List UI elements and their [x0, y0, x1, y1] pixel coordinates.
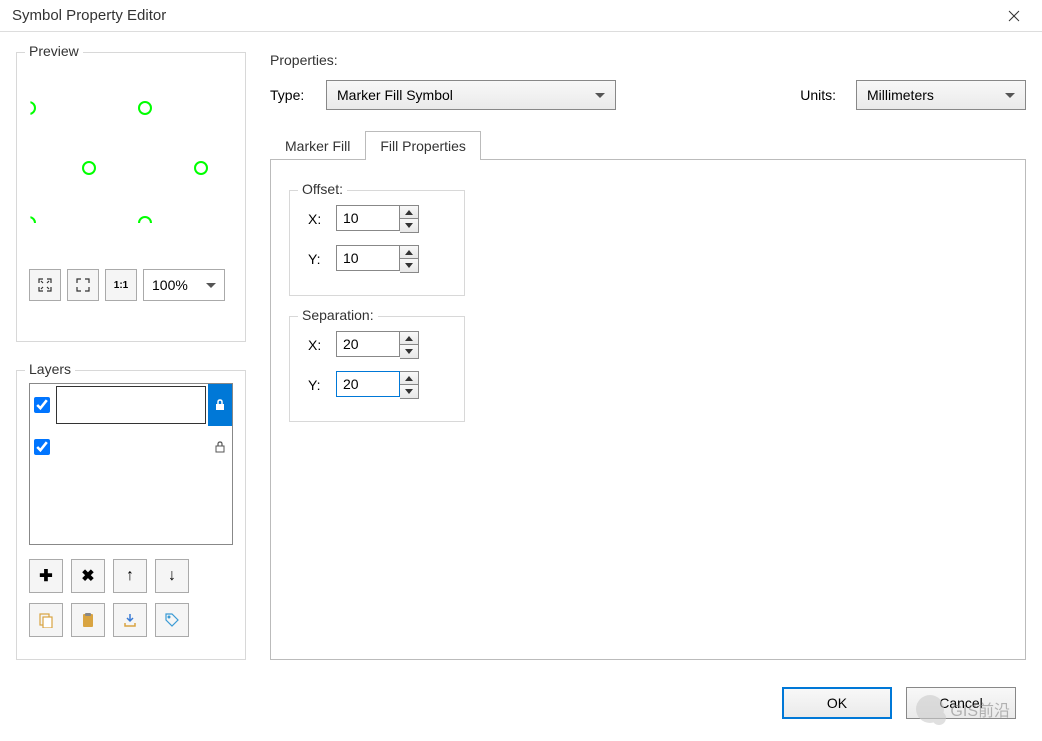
arrow-up-icon: [405, 250, 413, 255]
offset-label: Offset:: [298, 181, 347, 197]
separation-x-up[interactable]: [400, 332, 418, 345]
separation-x-label: X:: [308, 337, 326, 353]
import-button[interactable]: [113, 603, 147, 637]
layer-checkbox[interactable]: [30, 439, 54, 455]
separation-y-input[interactable]: [336, 371, 400, 397]
preview-marker: [194, 161, 208, 175]
offset-x-up[interactable]: [400, 206, 418, 219]
copy-icon: [38, 612, 54, 628]
preview-marker: [138, 101, 152, 115]
separation-y-up[interactable]: [400, 372, 418, 385]
zoom-value: 100%: [152, 277, 188, 293]
arrow-down-icon: [405, 349, 413, 354]
plus-icon: ✚: [39, 566, 52, 586]
offset-y-down[interactable]: [400, 259, 418, 272]
lock-icon: [213, 440, 227, 454]
x-icon: ✖: [81, 566, 94, 586]
tag-button[interactable]: [155, 603, 189, 637]
offset-y-label: Y:: [308, 251, 326, 267]
copy-button[interactable]: [29, 603, 63, 637]
separation-group: Separation: X: Y:: [289, 316, 465, 422]
layer-checkbox[interactable]: [30, 397, 54, 413]
arrow-down-icon: [405, 389, 413, 394]
ok-button[interactable]: OK: [782, 687, 892, 719]
preview-canvas: [29, 65, 233, 255]
layer-lock-icon[interactable]: [208, 426, 232, 468]
layer-preview: [56, 428, 206, 466]
arrow-down-icon: ↓: [168, 567, 176, 585]
titlebar: Symbol Property Editor: [0, 0, 1042, 32]
chevron-down-icon: [206, 283, 216, 288]
layer-lock-icon[interactable]: [208, 384, 232, 426]
paste-icon: [80, 612, 96, 628]
preview-marker: [29, 216, 36, 230]
type-value: Marker Fill Symbol: [337, 87, 453, 103]
offset-x-down[interactable]: [400, 219, 418, 232]
units-value: Millimeters: [867, 87, 934, 103]
move-up-button[interactable]: ↑: [113, 559, 147, 593]
move-down-button[interactable]: ↓: [155, 559, 189, 593]
tab-fill-properties[interactable]: Fill Properties: [365, 131, 481, 160]
offset-x-input[interactable]: [336, 205, 400, 231]
units-select[interactable]: Millimeters: [856, 80, 1026, 110]
remove-layer-button[interactable]: ✖: [71, 559, 105, 593]
offset-y-up[interactable]: [400, 246, 418, 259]
arrow-down-icon: [405, 223, 413, 228]
chevron-down-icon: [1005, 93, 1015, 98]
close-button[interactable]: [994, 2, 1034, 30]
separation-x-down[interactable]: [400, 345, 418, 358]
zoom-fit-button[interactable]: [29, 269, 61, 301]
type-label: Type:: [270, 87, 314, 103]
preview-marker: [29, 101, 36, 115]
layers-group: Layers ✚ ✖: [16, 370, 246, 660]
preview-marker: [138, 216, 152, 230]
offset-y-input[interactable]: [336, 245, 400, 271]
zoom-actual-button[interactable]: 1:1: [105, 269, 137, 301]
layer-preview: [56, 386, 206, 424]
separation-y-down[interactable]: [400, 385, 418, 398]
arrow-down-icon: [405, 263, 413, 268]
cancel-button[interactable]: Cancel: [906, 687, 1016, 719]
one-to-one-icon: 1:1: [114, 280, 128, 291]
arrow-up-icon: [405, 336, 413, 341]
arrow-up-icon: [405, 376, 413, 381]
window-title: Symbol Property Editor: [8, 7, 994, 24]
layer-row[interactable]: [30, 384, 232, 426]
zoom-select[interactable]: 100%: [143, 269, 225, 301]
layer-row[interactable]: [30, 426, 232, 468]
type-select[interactable]: Marker Fill Symbol: [326, 80, 616, 110]
paste-button[interactable]: [71, 603, 105, 637]
tab-marker-fill[interactable]: Marker Fill: [270, 131, 365, 160]
units-label: Units:: [800, 87, 836, 103]
lock-icon: [213, 398, 227, 412]
properties-label: Properties:: [270, 52, 1026, 68]
separation-label: Separation:: [298, 307, 378, 323]
separation-y-label: Y:: [308, 377, 326, 393]
arrow-up-icon: [405, 210, 413, 215]
preview-group: Preview 1:1 100%: [16, 52, 246, 342]
offset-group: Offset: X: Y:: [289, 190, 465, 296]
tabs: Marker Fill Fill Properties: [270, 130, 1026, 160]
preview-marker: [82, 161, 96, 175]
separation-x-input[interactable]: [336, 331, 400, 357]
preview-label: Preview: [25, 43, 83, 59]
tab-content: Offset: X: Y:: [270, 160, 1026, 660]
layers-label: Layers: [25, 361, 75, 377]
collapse-icon: [38, 278, 52, 292]
layers-list[interactable]: [29, 383, 233, 545]
import-icon: [122, 612, 138, 628]
zoom-full-button[interactable]: [67, 269, 99, 301]
add-layer-button[interactable]: ✚: [29, 559, 63, 593]
chevron-down-icon: [595, 93, 605, 98]
expand-icon: [76, 278, 90, 292]
close-icon: [1008, 10, 1020, 22]
tag-icon: [164, 612, 180, 628]
offset-x-label: X:: [308, 211, 326, 227]
arrow-up-icon: ↑: [126, 567, 134, 585]
